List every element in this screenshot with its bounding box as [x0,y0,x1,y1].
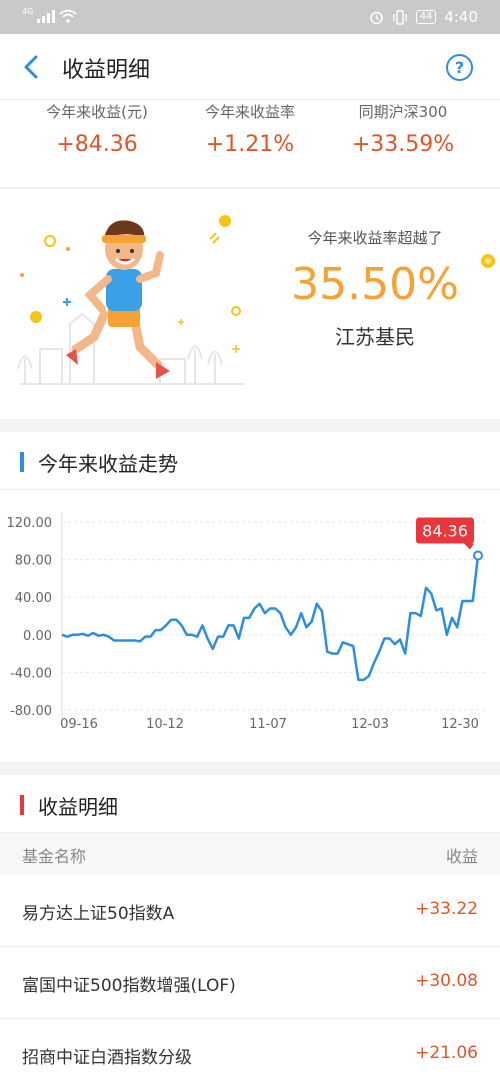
summary-value: +84.36 [56,132,138,157]
wifi-icon [59,9,77,23]
detail-header: 收益明细 [0,775,500,833]
y-tick-label: 120.00 [7,516,53,531]
earnings-summary: 今年来收益(元) +84.36 今年来收益率 +1.21% 同期沪深300 +3… [0,100,500,188]
callout-label: 84.36 [422,522,468,541]
status-bar: 4G 44 4:40 [0,0,500,34]
ranking-card: 今年来收益率超越了 35.50% 江苏基民 [0,189,500,419]
summary-hs300: 同期沪深300 +33.59% [320,100,486,157]
x-tick-label: 11-07 [249,717,287,732]
x-tick-label: 12-30 [441,717,479,732]
col-earnings: 收益 [445,847,478,866]
summary-value: +33.59% [351,132,455,157]
x-tick-label: 09-16 [60,717,98,732]
runner-illustration-icon [17,215,245,385]
trend-header: 今年来收益走势 [0,432,500,490]
summary-label: 今年来收益(元) [46,103,148,121]
table-row[interactable]: 招商中证白酒指数分级 +21.06 [0,1019,500,1089]
coin-icon [481,254,495,268]
network-type: 4G [22,6,34,16]
summary-label: 同期沪深300 [358,103,448,121]
fund-earnings: +33.22 [415,899,478,919]
table-row[interactable]: 富国中证500指数增强(LOF) +30.08 [0,947,500,1019]
summary-value: +1.21% [205,132,295,157]
page-title: 收益明细 [62,58,151,83]
ranking-label: 今年来收益率超越了 [307,229,443,247]
y-tick-label: 40.00 [15,591,52,606]
table-row[interactable]: 易方达上证50指数A +33.22 [0,875,500,947]
status-time: 4:40 [444,8,478,26]
detail-title: 收益明细 [38,795,118,819]
trend-title: 今年来收益走势 [38,452,178,476]
table-header: 基金名称 收益 [0,833,500,875]
last-point-marker [473,550,483,561]
vibrate-icon [392,9,407,25]
x-tick-label: 10-12 [146,717,184,732]
fund-earnings: +21.06 [415,1043,478,1063]
detail-section: 收益明细 基金名称 收益 易方达上证50指数A +33.22 富国中证500指数… [0,775,500,1089]
summary-ytd-earnings: 今年来收益(元) +84.36 [14,100,180,157]
help-icon[interactable]: ? [446,54,473,81]
callout-pointer [464,543,474,550]
nav-bar: 收益明细 ? [0,34,500,100]
fund-earnings: +30.08 [415,971,478,991]
fund-name: 招商中证白酒指数分级 [22,1048,192,1068]
x-tick-label: 12-03 [351,717,389,732]
col-fund-name: 基金名称 [22,847,87,866]
fund-name: 富国中证500指数增强(LOF) [22,976,236,996]
status-left: 4G [22,6,77,23]
section-accent-bar [20,452,24,472]
fund-name: 易方达上证50指数A [22,904,175,924]
y-tick-label: 0.00 [23,629,52,644]
section-accent-bar [20,795,24,815]
y-tick-label: -80.00 [10,704,52,719]
y-tick-label: 80.00 [15,554,52,569]
ranking-value: 35.50% [291,259,459,310]
trend-section: 今年来收益走势 120.00 80.00 40.00 0.00 -40.00 -80.00… [0,432,500,762]
status-right: 44 4:40 [369,8,478,26]
battery-icon: 44 [415,10,437,24]
summary-ytd-rate: 今年来收益率 +1.21% [167,100,333,157]
series-line [61,555,480,682]
summary-label: 今年来收益率 [204,103,295,121]
back-arrow-icon[interactable] [20,54,44,80]
signal-icon [37,9,56,23]
trend-chart[interactable]: 120.00 80.00 40.00 0.00 -40.00 -80.00 09-16 10-… [0,490,500,762]
ranking-group: 江苏基民 [335,325,415,349]
y-tick-label: -40.00 [10,666,52,681]
alarm-icon [369,11,383,24]
